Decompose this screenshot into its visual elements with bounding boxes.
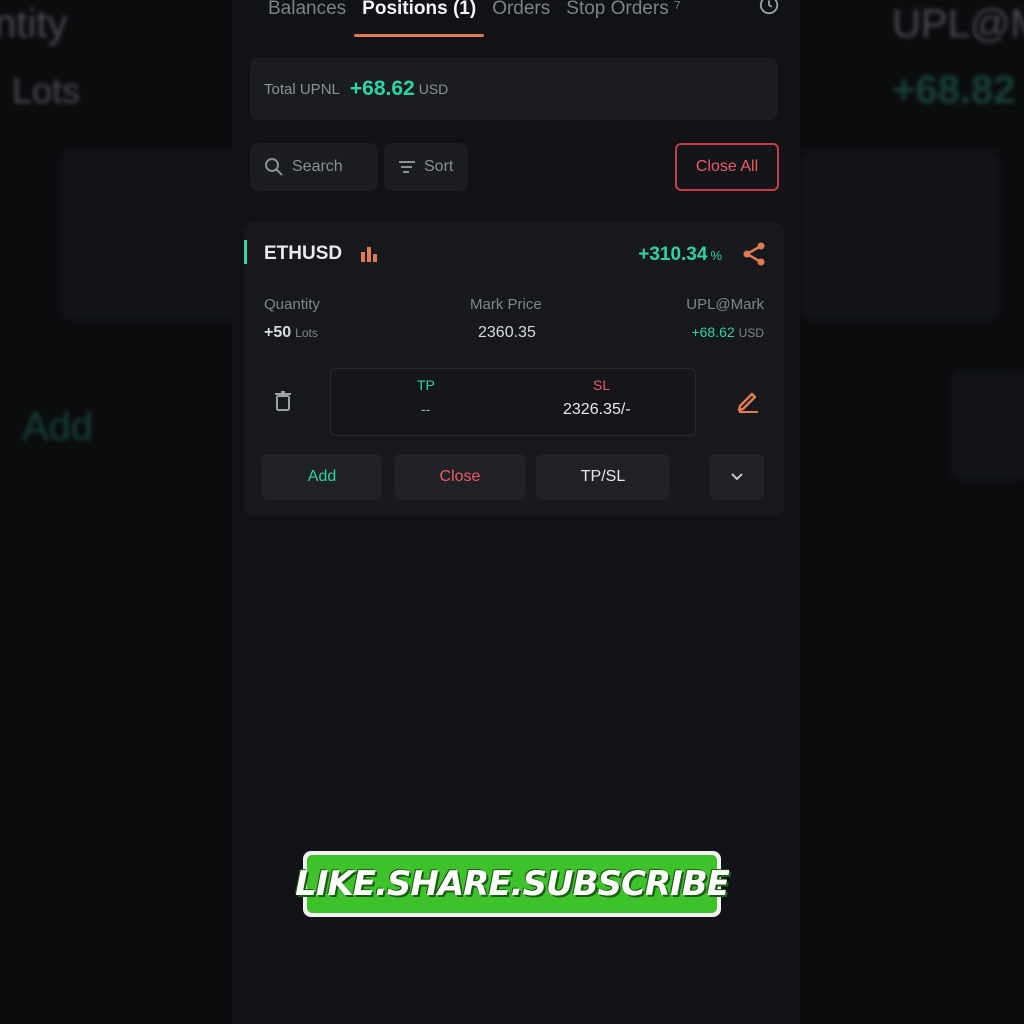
- chevron-down-icon: [731, 473, 743, 481]
- quantity-number: +50: [264, 324, 292, 341]
- tab-balances[interactable]: Balances: [260, 0, 354, 18]
- position-card: ETHUSD +310.34% Quantity +50 Lots Mark Pr…: [244, 222, 784, 516]
- upl-unit: USD: [738, 326, 764, 340]
- history-icon[interactable]: [758, 0, 780, 16]
- edit-icon[interactable]: [734, 386, 762, 414]
- search-icon: [265, 158, 283, 176]
- position-side-indicator: [244, 240, 247, 264]
- tab-positions[interactable]: Positions (1): [354, 0, 485, 37]
- echo-box: [950, 370, 1024, 480]
- echo-box: [60, 150, 232, 320]
- quantity-value: +50 Lots: [264, 324, 318, 342]
- quantity-label: Quantity: [264, 296, 320, 313]
- close-all-button[interactable]: Close All: [675, 143, 779, 191]
- total-upnl-label: Total UPNL: [264, 80, 340, 98]
- search-button[interactable]: Search: [250, 143, 378, 191]
- add-button[interactable]: Add: [262, 454, 382, 500]
- chart-icon[interactable]: [358, 242, 380, 264]
- background-right-echo: UPL@M +68.82: [800, 0, 1024, 1024]
- tp-value: --: [421, 401, 431, 417]
- pnl-percent: +310.34%: [638, 244, 722, 266]
- tp-label: TP: [417, 377, 435, 393]
- upl-label: UPL@Mark: [686, 296, 764, 313]
- sort-icon: [399, 161, 415, 173]
- total-upnl-card: Total UPNL +68.62 USD: [250, 58, 778, 120]
- mark-price-label: Mark Price: [470, 296, 542, 313]
- background-left-echo: ntity Lots Add: [0, 0, 232, 1024]
- more-button[interactable]: [710, 454, 764, 500]
- subscribe-banner: LIKE.SHARE.SUBSCRIBE: [295, 851, 730, 917]
- upl-number: +68.62: [691, 324, 735, 340]
- sort-button[interactable]: Sort: [384, 143, 468, 191]
- sl-label: SL: [593, 377, 611, 393]
- tpsl-button[interactable]: TP/SL: [536, 454, 670, 500]
- echo-text-upl: UPL@M: [892, 2, 1024, 46]
- quantity-unit: Lots: [295, 326, 318, 340]
- echo-text-lots: Lots: [12, 70, 81, 111]
- sl-value: 2326.35/-: [563, 401, 631, 418]
- trash-icon[interactable]: [272, 390, 294, 412]
- sort-label: Sort: [424, 158, 454, 175]
- tab-stop-orders[interactable]: Stop Orders ⁷: [558, 0, 689, 18]
- share-icon[interactable]: [740, 240, 768, 268]
- echo-box: [800, 150, 1000, 320]
- total-upnl-value: +68.62: [349, 77, 415, 100]
- tab-bar: Balances Positions (1) Orders Stop Order…: [232, 0, 800, 40]
- mark-price-value: 2360.35: [478, 324, 536, 341]
- position-symbol[interactable]: ETHUSD: [264, 243, 342, 265]
- pnl-percent-value: +310.34: [638, 244, 708, 265]
- search-label: Search: [292, 158, 343, 175]
- tpsl-summary[interactable]: TP -- SL 2326.35/-: [330, 368, 696, 436]
- upl-value: +68.62 USD: [691, 324, 764, 342]
- subscribe-text: LIKE.SHARE.SUBSCRIBE: [295, 855, 730, 913]
- pnl-percent-unit: %: [710, 248, 722, 263]
- close-button[interactable]: Close: [394, 454, 526, 500]
- total-upnl-unit: USD: [418, 81, 449, 97]
- echo-text-add: Add: [22, 405, 94, 449]
- echo-text-upl-value: +68.82: [892, 68, 1016, 112]
- echo-text-quantity: ntity: [0, 2, 68, 46]
- tab-orders[interactable]: Orders: [484, 0, 558, 18]
